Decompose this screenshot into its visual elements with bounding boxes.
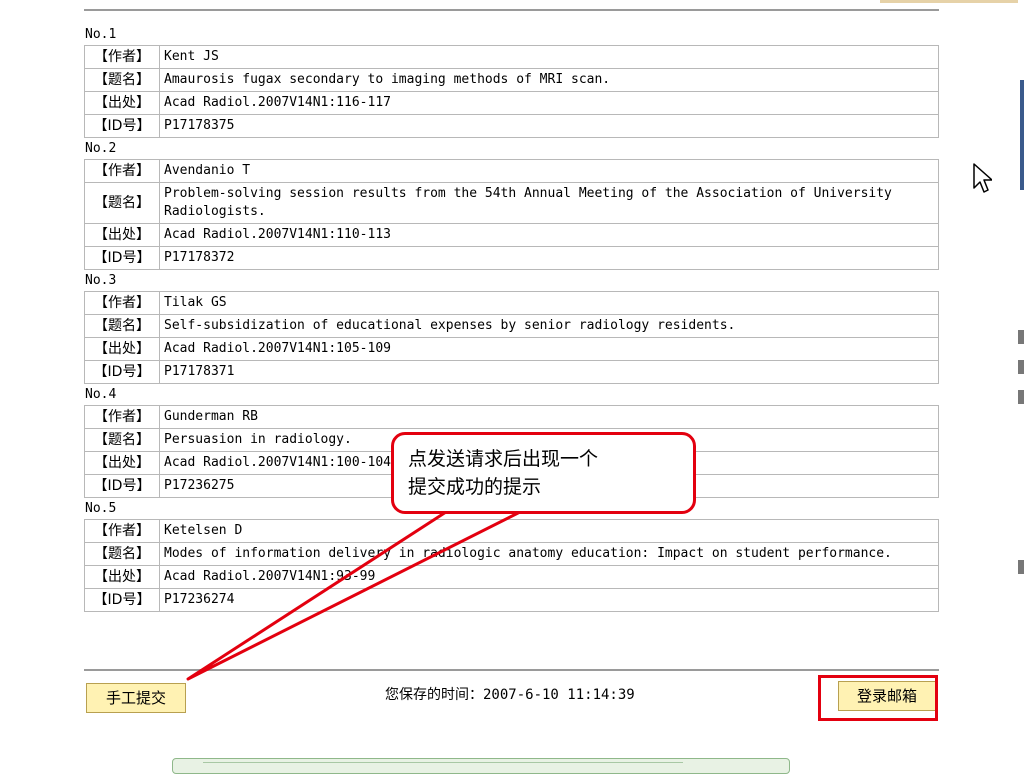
right-edge-mark xyxy=(1018,390,1024,404)
callout-line-1: 点发送请求后出现一个 xyxy=(408,448,599,470)
callout-pointer xyxy=(186,510,522,681)
annotation-callout: 点发送请求后出现一个 提交成功的提示 xyxy=(391,432,696,514)
mouse-pointer-icon xyxy=(973,163,992,193)
taskbar xyxy=(172,758,790,774)
right-edge-mark xyxy=(1018,560,1024,574)
right-edge-mark xyxy=(1018,330,1024,344)
right-edge-decoration xyxy=(1020,80,1024,190)
callout-line-2: 提交成功的提示 xyxy=(408,476,542,498)
right-edge-mark xyxy=(1018,360,1024,374)
taskbar-inner xyxy=(203,762,683,771)
